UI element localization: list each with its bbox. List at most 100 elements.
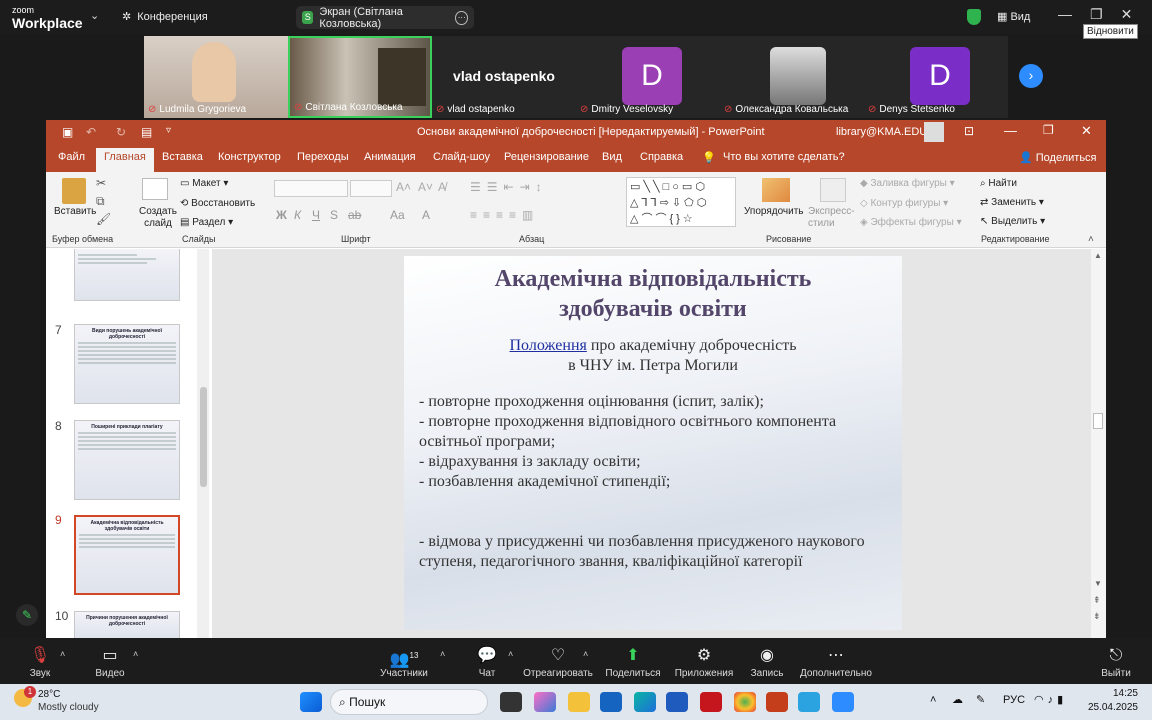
slide-thumbnail[interactable] (74, 249, 180, 301)
select-button[interactable]: ↖ Выделить ▾ (980, 216, 1045, 227)
start-icon[interactable] (300, 692, 322, 712)
customize-icon[interactable]: ▿ (166, 125, 171, 136)
more-icon[interactable]: ··· (455, 10, 468, 25)
tab-file[interactable]: Файл (58, 151, 85, 163)
grow-font-icon[interactable]: A˄ (396, 180, 411, 194)
format-painter-icon[interactable]: 🖌 (96, 212, 111, 226)
participant-tile[interactable]: ⊘ Олександра Ковальська (720, 36, 864, 118)
next-page-arrow-icon[interactable]: › (1019, 64, 1043, 88)
weather-desc[interactable]: Mostly cloudy (38, 702, 99, 713)
ribbon-display-icon[interactable]: ⊡ (964, 124, 974, 138)
audio-button[interactable]: 🎙 Звук (0, 646, 80, 679)
italic-button[interactable]: К (294, 208, 301, 222)
slide-thumbnail[interactable]: Поширені приклади плагіату (74, 420, 180, 500)
edge-icon[interactable] (634, 692, 656, 712)
chrome-icon[interactable] (734, 692, 756, 712)
telegram-icon[interactable] (798, 692, 820, 712)
tab-animations[interactable]: Анимация (364, 151, 416, 163)
audio-options-icon[interactable]: ˄ (60, 649, 65, 659)
tab-design[interactable]: Конструктор (218, 151, 281, 163)
tab-insert[interactable]: Вставка (162, 151, 203, 163)
align-icons[interactable]: ≡≡≡≡▥ (470, 208, 539, 222)
tab-help[interactable]: Справка (640, 151, 683, 163)
undo-icon[interactable]: ↶ (86, 125, 96, 139)
list-icons[interactable]: ☰☰⇤⇥↕ (470, 180, 548, 194)
clock-date[interactable]: 25.04.2025 (1080, 702, 1138, 713)
scroll-thumb[interactable] (1093, 413, 1103, 429)
participants-button[interactable]: 👥13 Участники (364, 646, 444, 679)
slideshow-icon[interactable]: ▤ (141, 125, 152, 139)
clipboard-icon[interactable] (62, 178, 86, 204)
effects-button[interactable]: ◈ Эффекты фигуры ▾ (860, 217, 962, 228)
restore-button[interactable]: ❐ (1043, 123, 1054, 137)
restore-button[interactable]: ❐ (1090, 6, 1103, 23)
close-button[interactable]: ✕ (1121, 6, 1133, 23)
next-slide-icon[interactable]: ⇟ (1093, 611, 1101, 622)
underline-button[interactable]: Ч (312, 208, 320, 222)
font-family-select[interactable] (274, 180, 348, 197)
store-icon[interactable] (600, 692, 622, 712)
shadow-button[interactable]: S (330, 208, 338, 222)
more-button[interactable]: ⋯ Дополнительно (796, 646, 876, 679)
meeting-info-button[interactable]: ✲ Конференция (122, 10, 208, 24)
quick-styles-icon[interactable] (820, 178, 846, 202)
leave-button[interactable]: ⎋ Выйти (1076, 646, 1152, 679)
participant-tile[interactable]: D ⊘ Denys Stetsenko (864, 36, 1008, 118)
powerpoint-icon[interactable] (766, 692, 788, 712)
clock-time[interactable]: 14:25 (1094, 688, 1138, 699)
font-color-button[interactable]: A (422, 208, 430, 222)
quick-styles-button[interactable]: Экспресс-стили (808, 206, 855, 230)
chat-button[interactable]: 💬 Чат (447, 646, 527, 679)
participant-tile[interactable]: D ⊘ Dmitry Veselovsky (576, 36, 720, 118)
collapse-ribbon-icon[interactable]: ˄ (1088, 234, 1094, 245)
video-options-icon[interactable]: ˄ (133, 649, 138, 659)
file-explorer-icon[interactable] (568, 692, 590, 712)
arrange-icon[interactable] (762, 178, 790, 202)
weather-temp[interactable]: 28°C (38, 689, 60, 700)
screen-share-indicator[interactable]: S Экран (Світлана Козловська) ··· (296, 6, 474, 30)
language-indicator[interactable]: РУС (1003, 694, 1025, 706)
avatar[interactable] (924, 122, 944, 142)
acrobat-icon[interactable] (700, 692, 722, 712)
tab-transitions[interactable]: Переходы (297, 151, 349, 163)
reset-button[interactable]: ⟲ Восстановить (180, 198, 255, 209)
prev-slide-icon[interactable]: ⇞ (1093, 595, 1101, 606)
scroll-thumb[interactable] (200, 387, 207, 487)
layout-button[interactable]: ▭ Макет ▾ (180, 178, 228, 189)
find-button[interactable]: ⌕ Найти (980, 178, 1017, 189)
minimize-button[interactable]: — (1004, 123, 1017, 138)
copilot-icon[interactable] (534, 692, 556, 712)
chat-options-icon[interactable]: ˄ (508, 649, 513, 659)
bold-button[interactable]: Ж (276, 208, 287, 222)
participant-tile[interactable]: vlad ostapenko ⊘ vlad ostapenko (432, 36, 576, 118)
cut-icon[interactable]: ✂ (96, 176, 106, 190)
redo-icon[interactable]: ↻ (116, 125, 126, 139)
replace-button[interactable]: ⇄ Заменить ▾ (980, 197, 1044, 208)
view-button[interactable]: ▦ Вид (997, 10, 1030, 23)
tab-review[interactable]: Рецензирование (504, 151, 589, 163)
react-options-icon[interactable]: ˄ (583, 649, 588, 659)
wifi-icon[interactable]: ◠♪▮ (1034, 693, 1067, 706)
outline-button[interactable]: ◇ Контур фигуры ▾ (860, 198, 948, 209)
save-icon[interactable]: ▣ (62, 125, 73, 139)
scroll-up-icon[interactable]: ▲ (1094, 251, 1102, 260)
arrange-button[interactable]: Упорядочить (744, 206, 804, 217)
copy-icon[interactable]: ⧉ (96, 194, 105, 209)
slide-thumbnail-selected[interactable]: Академічна відповідальність здобувачів о… (74, 515, 180, 595)
slide-link[interactable]: Положення (510, 337, 587, 354)
share-button[interactable]: 👤 Поделиться (1019, 151, 1097, 164)
pen-icon[interactable]: ✎ (976, 693, 985, 706)
tell-me-input[interactable]: Что вы хотите сделать? (723, 151, 845, 163)
current-slide[interactable]: Академічна відповідальність здобувачів ос… (404, 256, 902, 630)
word-icon[interactable] (666, 692, 688, 712)
participant-tile-active[interactable]: ⊘ Світлана Козловська (288, 36, 432, 118)
zoom-icon[interactable] (832, 692, 854, 712)
close-button[interactable]: ✕ (1081, 123, 1092, 139)
participant-tile[interactable]: ⊘ Ludmila Grygorieva (144, 36, 288, 118)
strike-button[interactable]: ab (348, 208, 361, 222)
case-button[interactable]: Aa (390, 208, 405, 222)
minimize-button[interactable]: — (1058, 6, 1072, 23)
cloud-icon[interactable]: ☁ (952, 693, 963, 706)
chevron-up-icon[interactable]: ˄ (930, 694, 936, 706)
shield-icon[interactable] (967, 9, 981, 25)
